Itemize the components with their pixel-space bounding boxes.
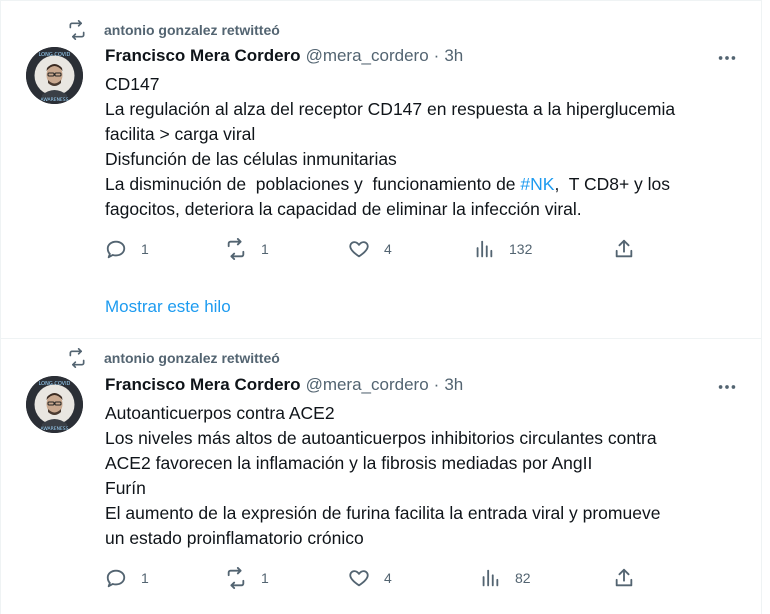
retweeted-by-label: antonio gonzalez retwitteó <box>104 350 280 366</box>
tweet-line: Furín <box>105 478 146 498</box>
separator-dot: · <box>433 46 440 65</box>
author-handle[interactable]: @mera_cordero <box>306 46 429 66</box>
views-button[interactable]: 82 <box>479 567 531 589</box>
avatar-image: LONG COVID AWARENESS <box>26 376 83 433</box>
views-count: 82 <box>515 570 531 586</box>
views-chart-icon <box>482 569 499 587</box>
tweet[interactable]: antonio gonzalez retwitteó LONG COVID AW… <box>0 339 762 614</box>
views-count: 132 <box>509 241 533 257</box>
author-handle[interactable]: @mera_cordero <box>306 375 429 395</box>
like-button[interactable]: 4 <box>348 238 392 260</box>
retweet-icon <box>227 238 245 260</box>
more-options-icon[interactable] <box>716 47 738 69</box>
heart-icon <box>349 570 369 587</box>
retweet-icon <box>227 567 245 589</box>
author-name[interactable]: Francisco Mera Cordero <box>105 46 301 66</box>
tweet-line: facilita > carga viral <box>105 124 256 144</box>
views-chart-icon <box>476 240 493 258</box>
retweet-icon <box>69 348 85 368</box>
tweet-actions: 1 1 4 132 <box>105 238 665 262</box>
tweet-line: Los niveles más altos de autoanticuerpos… <box>105 428 657 448</box>
like-button[interactable]: 4 <box>348 567 392 589</box>
retweet-icon <box>69 20 85 40</box>
like-count: 4 <box>384 570 392 586</box>
share-icon <box>615 568 633 587</box>
more-options-icon[interactable] <box>716 376 738 398</box>
retweet-context: antonio gonzalez retwitteó <box>67 348 280 368</box>
tweet-actions: 1 1 4 82 <box>105 567 665 591</box>
views-button[interactable]: 132 <box>473 238 532 260</box>
avatar-image: LONG COVID AWARENESS <box>26 47 83 104</box>
reply-icon <box>106 240 126 259</box>
retweet-count: 1 <box>261 570 269 586</box>
heart-icon <box>349 241 369 258</box>
tweet-line: CD147 <box>105 74 160 94</box>
avatar[interactable]: LONG COVID AWARENESS <box>26 47 83 104</box>
tweet[interactable]: antonio gonzalez retwitteó LONG COVID AW… <box>0 0 762 338</box>
avatar-ring-text-bottom: AWARENESS <box>40 426 68 432</box>
tweet-line: La regulación al alza del receptor CD147… <box>105 99 676 119</box>
separator-dot: · <box>433 375 440 394</box>
tweet-time[interactable]: 3h <box>444 46 463 66</box>
reply-button[interactable]: 1 <box>105 567 149 589</box>
reply-count: 1 <box>141 570 149 586</box>
share-icon <box>615 239 633 258</box>
hashtag-link[interactable]: #NK <box>520 174 554 194</box>
tweet-text: Autoanticuerpos contra ACE2 Los niveles … <box>105 401 745 551</box>
reply-button[interactable]: 1 <box>105 238 149 260</box>
retweet-button[interactable]: 1 <box>225 238 269 260</box>
avatar-ring-text: LONG COVID <box>39 381 71 387</box>
reply-count: 1 <box>141 241 149 257</box>
tweet-line-text: La disminución de poblaciones y funciona… <box>105 174 521 194</box>
tweet-line: ACE2 favorecen la inflamación y la fibro… <box>105 453 593 473</box>
tweet-line: La disminución de poblaciones y funciona… <box>105 172 745 197</box>
share-button[interactable] <box>613 238 635 260</box>
like-count: 4 <box>384 241 392 257</box>
retweeted-by-label: antonio gonzalez retwitteó <box>104 22 280 38</box>
avatar-ring-text: LONG COVID <box>39 52 71 58</box>
tweet-line: Autoanticuerpos contra ACE2 <box>105 403 335 423</box>
retweet-button[interactable]: 1 <box>225 567 269 589</box>
tweet-text: CD147 La regulación al alza del receptor… <box>105 72 745 222</box>
show-thread-link[interactable]: Mostrar este hilo <box>105 297 231 317</box>
author-name[interactable]: Francisco Mera Cordero <box>105 375 301 395</box>
tweet-header: Francisco Mera Cordero @mera_cordero · 3… <box>105 46 463 66</box>
retweet-context: antonio gonzalez retwitteó <box>67 20 280 40</box>
retweet-count: 1 <box>261 241 269 257</box>
tweet-line: Disfunción de las células inmunitarias <box>105 149 397 169</box>
tweet-header: Francisco Mera Cordero @mera_cordero · 3… <box>105 375 463 395</box>
tweet-line-text: , T CD8+ y los <box>554 174 671 194</box>
tweet-time[interactable]: 3h <box>444 375 463 395</box>
avatar-ring-text-bottom: AWARENESS <box>40 97 68 103</box>
tweet-line: El aumento de la expresión de furina fac… <box>105 503 661 523</box>
avatar[interactable]: LONG COVID AWARENESS <box>26 376 83 433</box>
share-button[interactable] <box>613 567 635 589</box>
reply-icon <box>106 569 126 588</box>
tweet-line: fagocitos, deteriora la capacidad de eli… <box>105 199 582 219</box>
tweet-line: un estado proinflamatorio crónico <box>105 528 364 548</box>
